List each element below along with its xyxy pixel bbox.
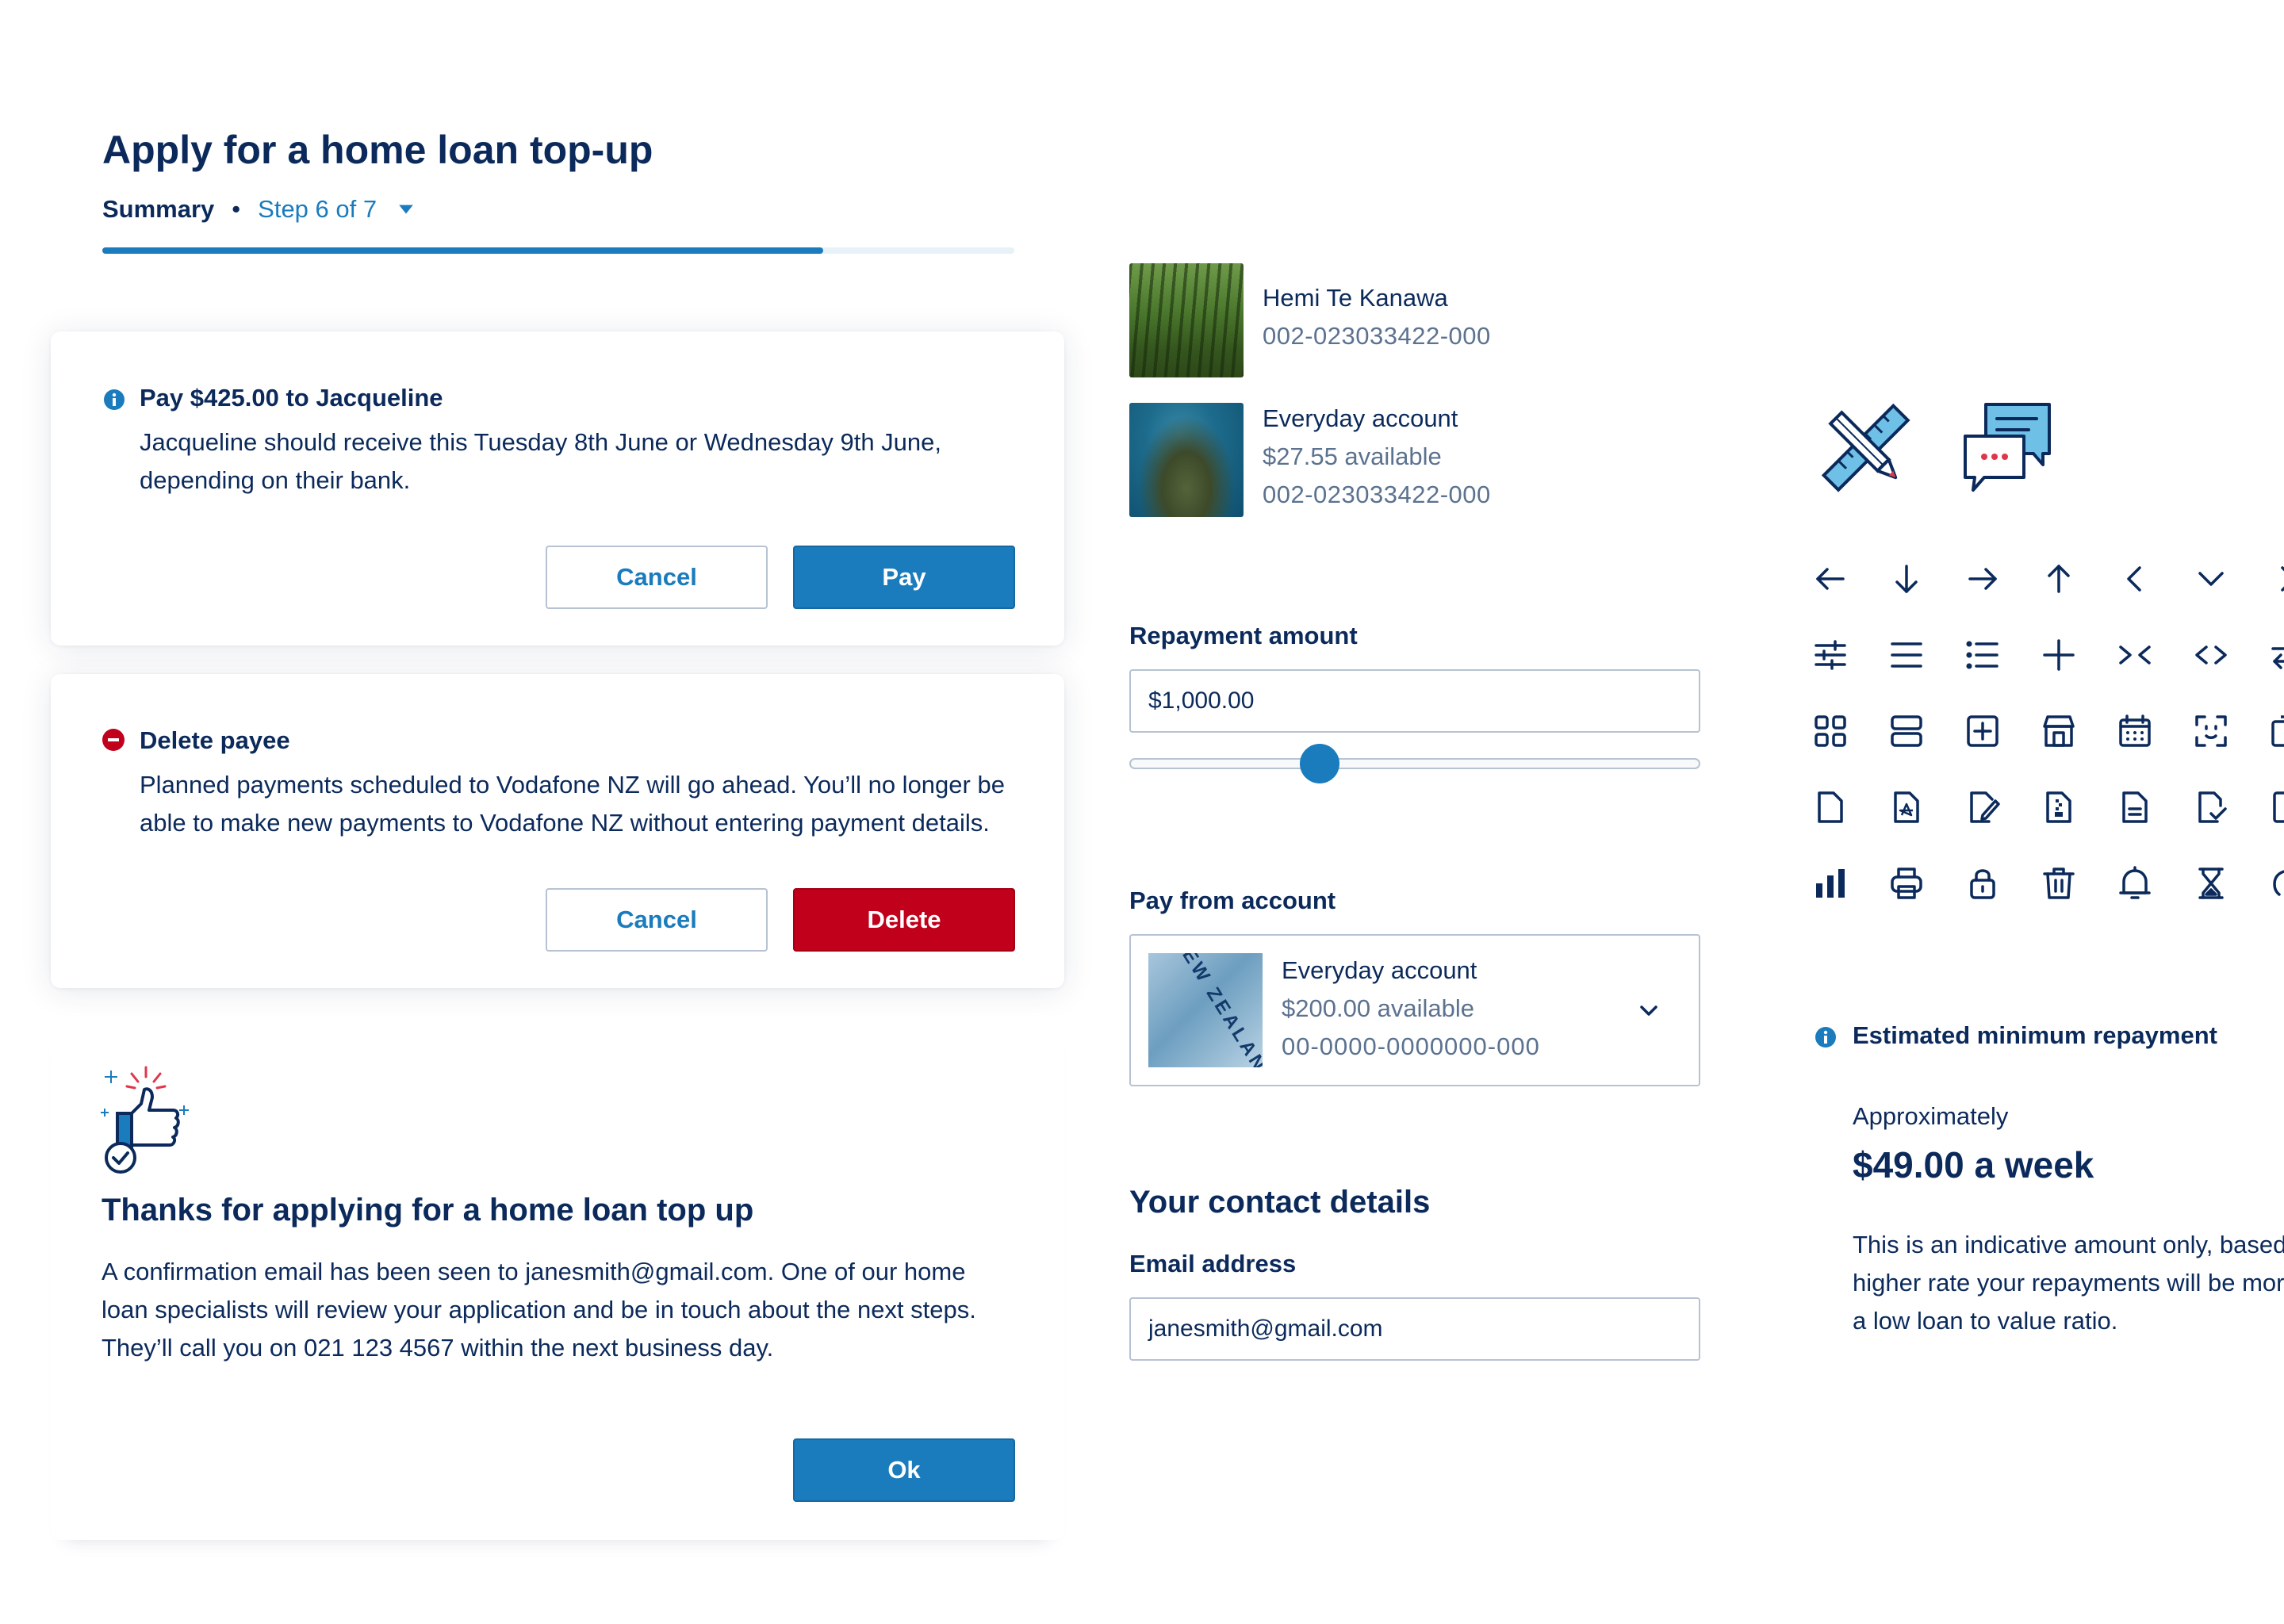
step-indicator[interactable]: Summary • Step 6 of 7 <box>102 192 415 227</box>
remove-circle-icon <box>102 728 125 752</box>
contact-title: Your contact details <box>1129 1185 1431 1220</box>
delete-card-title: Delete payee <box>140 726 290 754</box>
step-separator: • <box>232 195 241 223</box>
account-number: 002-023033422-000 <box>1263 481 1491 508</box>
store-icon[interactable] <box>2041 714 2076 749</box>
icon-grid <box>1813 561 2284 910</box>
pay-from-label: Pay from account <box>1129 887 1336 914</box>
cancel-button[interactable]: Cancel <box>546 546 768 609</box>
chevron-right-icon[interactable] <box>2270 561 2284 596</box>
code-icon[interactable] <box>2194 638 2228 672</box>
info-icon <box>1815 1026 1837 1048</box>
delete-payee-card: Delete payee Planned payments scheduled … <box>51 674 1064 988</box>
thanks-body: A confirmation email has been seen to ja… <box>102 1258 976 1362</box>
copy-icon[interactable] <box>2270 714 2284 749</box>
refresh-icon[interactable] <box>2270 866 2284 901</box>
chevron-left-icon[interactable] <box>2117 561 2152 596</box>
pdf-document-icon[interactable] <box>1889 790 1924 825</box>
caret-down-icon <box>397 201 415 218</box>
arrow-left-icon[interactable] <box>1813 561 1848 596</box>
email-label: Email address <box>1129 1250 1297 1277</box>
zip-document-icon[interactable] <box>2041 790 2076 825</box>
arrow-right-icon[interactable] <box>1965 561 2000 596</box>
account-avatar <box>1129 263 1244 377</box>
page-title: Apply for a home loan top-up <box>102 128 653 172</box>
document-icon[interactable] <box>1813 790 1848 825</box>
plus-icon[interactable] <box>2041 638 2076 672</box>
estimate-disclaimer-line: a low loan to value ratio. <box>1853 1307 2118 1335</box>
account-name: Everyday account <box>1263 404 1458 432</box>
arrow-up-icon[interactable] <box>2041 561 2076 596</box>
estimate-disclaimer-line: This is an indicative amount only, based <box>1853 1231 2284 1258</box>
grid-icon[interactable] <box>1813 714 1848 749</box>
repayment-amount-input[interactable]: $1,000.00 <box>1129 669 1700 733</box>
trash-icon[interactable] <box>2041 866 2076 901</box>
chevron-down-icon[interactable] <box>1638 1001 1659 1021</box>
add-box-icon[interactable] <box>1965 714 2000 749</box>
account-avatar <box>1129 403 1244 517</box>
pay-card-body: Jacqueline should receive this Tuesday 8… <box>140 428 942 494</box>
cancel-delete-button[interactable]: Cancel <box>546 888 768 952</box>
pay-card-title: Pay $425.00 to Jacqueline <box>140 384 443 412</box>
edit-document-icon[interactable] <box>1965 790 2000 825</box>
pay-from-number: 00-0000-0000000-000 <box>1282 1032 1540 1060</box>
chevron-down-icon[interactable] <box>2194 561 2228 596</box>
account-item[interactable]: Hemi Te Kanawa 002-023033422-000 <box>1129 263 1605 377</box>
bell-icon[interactable] <box>2117 866 2152 901</box>
document-outline-icon[interactable] <box>2270 790 2284 825</box>
list-icon[interactable] <box>1965 638 2000 672</box>
thanks-title: Thanks for applying for a home loan top … <box>102 1193 754 1228</box>
account-name: Hemi Te Kanawa <box>1263 284 1448 312</box>
account-item[interactable]: Everyday account $27.55 available 002-02… <box>1129 403 1605 517</box>
text-document-icon[interactable] <box>2117 790 2152 825</box>
arrow-down-icon[interactable] <box>1889 561 1924 596</box>
server-icon[interactable] <box>1889 714 1924 749</box>
delete-card-body: Planned payments scheduled to Vodafone N… <box>140 771 1005 837</box>
account-number: 002-023033422-000 <box>1263 322 1491 350</box>
collapse-icon[interactable] <box>2117 638 2152 672</box>
pay-button[interactable]: Pay <box>793 546 1015 609</box>
pencil-ruler-illustration-icon <box>1818 401 1913 493</box>
face-scan-icon[interactable] <box>2194 714 2228 749</box>
pay-from-account-name: Everyday account <box>1282 956 1477 984</box>
estimate-disclaimer-line: higher rate your repayments will be mor <box>1853 1269 2284 1297</box>
check-document-icon[interactable] <box>2194 790 2228 825</box>
progress-fill <box>102 247 823 254</box>
account-card-image-text: NEW ZEALAND · RESERVE BANK <box>1168 953 1263 1067</box>
filter-sliders-icon[interactable] <box>1813 638 1848 672</box>
menu-icon[interactable] <box>1889 638 1924 672</box>
repayment-label: Repayment amount <box>1129 622 1358 649</box>
pay-from-balance: $200.00 available <box>1282 994 1475 1022</box>
pay-from-account-select[interactable]: NEW ZEALAND · RESERVE BANK Everyday acco… <box>1129 934 1700 1086</box>
slider-thumb[interactable] <box>1299 744 1339 783</box>
thanks-card: Thanks for applying for a home loan top … <box>51 1017 1064 1540</box>
step-counter: Step 6 of 7 <box>258 195 377 223</box>
estimate-disclaimer: This is an indicative amount only, based… <box>1853 1226 2284 1340</box>
thumbs-up-illustration-icon <box>100 1066 198 1177</box>
printer-icon[interactable] <box>1889 866 1924 901</box>
lock-icon[interactable] <box>1965 866 2000 901</box>
estimate-approx: Approximately <box>1853 1102 2009 1130</box>
hourglass-icon[interactable] <box>2194 866 2228 901</box>
progress-bar <box>102 247 1014 254</box>
chat-bubbles-illustration-icon <box>1960 401 2056 493</box>
calendar-icon[interactable] <box>2117 714 2152 749</box>
repayment-amount-value: $1,000.00 <box>1148 688 1255 714</box>
step-name: Summary <box>102 195 215 223</box>
estimate-title: Estimated minimum repayment <box>1853 1021 2217 1049</box>
info-icon <box>103 389 125 411</box>
estimate-amount: $49.00 a week <box>1853 1144 2094 1185</box>
email-field[interactable]: janesmith@gmail.com <box>1129 1297 1700 1361</box>
account-card-image: NEW ZEALAND · RESERVE BANK <box>1148 953 1263 1067</box>
account-balance: $27.55 available <box>1263 442 1442 470</box>
bar-chart-icon[interactable] <box>1813 866 1848 901</box>
repayment-slider[interactable] <box>1129 744 1700 783</box>
ok-button[interactable]: Ok <box>793 1438 1015 1502</box>
transfer-icon[interactable] <box>2270 638 2284 672</box>
delete-button[interactable]: Delete <box>793 888 1015 952</box>
email-value: janesmith@gmail.com <box>1148 1316 1383 1342</box>
pay-confirmation-card: Pay $425.00 to Jacqueline Jacqueline sho… <box>51 331 1064 645</box>
